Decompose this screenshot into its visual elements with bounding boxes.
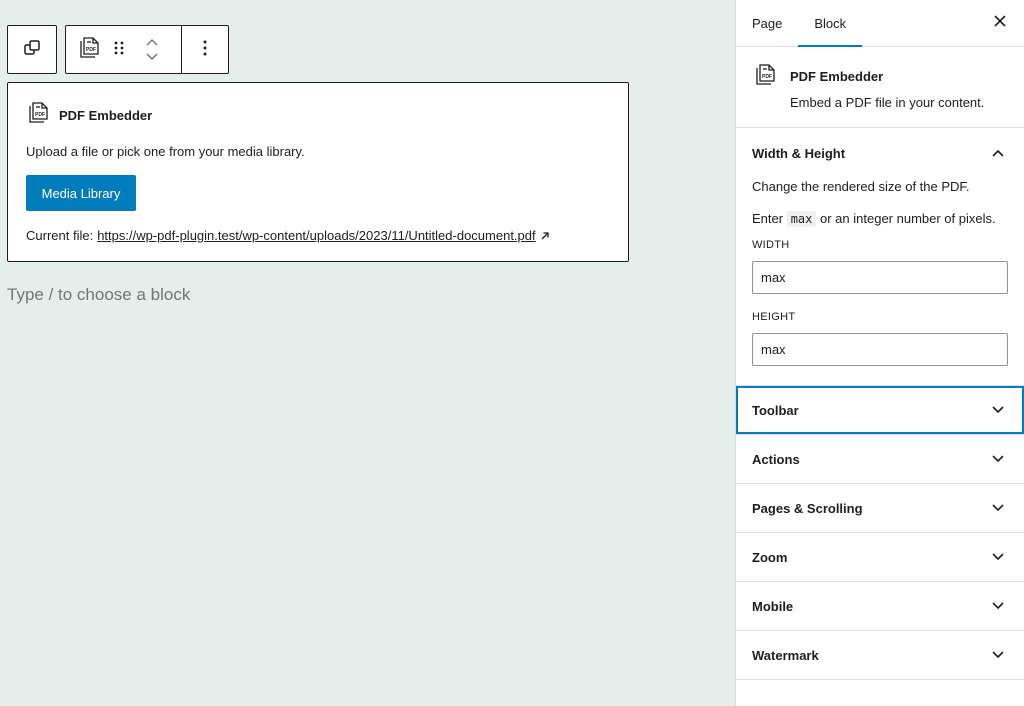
external-link-icon — [540, 231, 550, 241]
block-transform-button[interactable] — [8, 26, 56, 73]
tab-page[interactable]: Page — [736, 0, 798, 46]
block-transform-icon — [23, 39, 41, 60]
drag-handle-button[interactable] — [113, 26, 126, 73]
panel-title: Watermark — [752, 647, 819, 663]
move-up-button[interactable] — [145, 36, 159, 50]
panel-title: Mobile — [752, 598, 794, 614]
block-type-button[interactable]: PDF — [66, 26, 113, 73]
sidebar-tabs: Page Block — [736, 0, 1024, 47]
panel-zoom-toggle[interactable]: Zoom — [736, 533, 1024, 581]
drag-handle-icon — [114, 40, 124, 59]
pdf-file-icon: PDF — [25, 100, 51, 131]
block-transform-group — [7, 25, 57, 74]
panel-title: Pages & Scrolling — [752, 500, 863, 516]
pdf-embedder-block[interactable]: PDF PDF Embedder Upload a file or pick o… — [7, 82, 629, 262]
panel-actions-toggle[interactable]: Actions — [736, 435, 1024, 483]
pdf-file-icon: PDF — [752, 62, 778, 93]
tab-block[interactable]: Block — [798, 0, 862, 47]
close-icon — [994, 14, 1006, 32]
panel-toolbar-toggle[interactable]: Toolbar — [736, 386, 1024, 434]
chevron-down-icon — [988, 645, 1008, 665]
panel-mobile-toggle[interactable]: Mobile — [736, 582, 1024, 630]
width-height-help: Enter max or an integer number of pixels… — [752, 209, 1008, 229]
help-suffix: or an integer number of pixels. — [820, 211, 996, 226]
svg-text:PDF: PDF — [762, 74, 772, 80]
panel-title: Toolbar — [752, 402, 799, 418]
panel-pages-scrolling: Pages & Scrolling — [736, 484, 1024, 533]
move-down-button[interactable] — [145, 50, 159, 64]
block-instructions: Upload a file or pick one from your medi… — [26, 144, 305, 159]
width-height-description: Change the rendered size of the PDF. — [752, 179, 970, 194]
block-card: PDF PDF Embedder Embed a PDF file in you… — [736, 47, 1024, 128]
chevron-down-icon — [145, 49, 159, 64]
panel-toolbar: Toolbar — [736, 386, 1024, 435]
chevron-down-icon — [988, 400, 1008, 420]
current-file-row: Current file: https://wp-pdf-plugin.test… — [26, 228, 550, 243]
panel-title: Actions — [752, 451, 800, 467]
panel-actions: Actions — [736, 435, 1024, 484]
width-label: WIDTH — [752, 239, 790, 251]
chevron-up-icon — [988, 143, 1008, 163]
tab-label: Block — [814, 15, 847, 31]
close-sidebar-button[interactable] — [990, 13, 1010, 33]
height-label: HEIGHT — [752, 311, 796, 323]
panel-zoom: Zoom — [736, 533, 1024, 582]
width-input[interactable] — [752, 261, 1008, 294]
block-header: PDF PDF Embedder — [25, 100, 152, 131]
panel-watermark-toggle[interactable]: Watermark — [736, 631, 1024, 679]
block-appender-placeholder[interactable]: Type / to choose a block — [7, 285, 190, 305]
chevron-down-icon — [988, 449, 1008, 469]
chevron-down-icon — [988, 596, 1008, 616]
svg-text:PDF: PDF — [35, 112, 45, 118]
chevron-down-icon — [988, 498, 1008, 518]
media-library-button[interactable]: Media Library — [26, 175, 136, 211]
chevron-down-icon — [988, 547, 1008, 567]
block-options-button[interactable] — [182, 26, 229, 73]
block-mover — [139, 26, 165, 73]
svg-text:PDF: PDF — [86, 47, 96, 53]
tab-label: Page — [752, 15, 783, 31]
help-code: max — [786, 211, 817, 227]
panel-width-height-body: Change the rendered size of the PDF. Ent… — [736, 178, 1024, 385]
panel-watermark: Watermark — [736, 631, 1024, 680]
help-prefix: Enter — [752, 211, 784, 226]
settings-sidebar: Page Block PDF PDF Embedder Embed a PDF … — [735, 0, 1024, 706]
block-title: PDF Embedder — [59, 108, 153, 123]
panel-pages-scrolling-toggle[interactable]: Pages & Scrolling — [736, 484, 1024, 532]
block-toolbar: PDF — [65, 25, 229, 74]
more-vertical-icon — [203, 40, 207, 59]
panel-title: Zoom — [752, 549, 788, 565]
editor-canvas: PDF PDF PDF Embedder Upload a file or pi… — [0, 0, 735, 706]
panel-mobile: Mobile — [736, 582, 1024, 631]
panel-width-height-toggle[interactable]: Width & Height — [736, 128, 1024, 178]
panel-title: Width & Height — [752, 145, 846, 161]
chevron-up-icon — [145, 35, 159, 50]
current-file-label: Current file: — [26, 228, 94, 243]
panel-width-height: Width & Height Change the rendered size … — [736, 128, 1024, 386]
block-card-title: PDF Embedder — [790, 69, 884, 84]
current-file-link[interactable]: https://wp-pdf-plugin.test/wp-content/up… — [97, 228, 535, 243]
block-card-description: Embed a PDF file in your content. — [790, 95, 985, 110]
pdf-file-icon: PDF — [76, 35, 102, 64]
height-input[interactable] — [752, 333, 1008, 366]
